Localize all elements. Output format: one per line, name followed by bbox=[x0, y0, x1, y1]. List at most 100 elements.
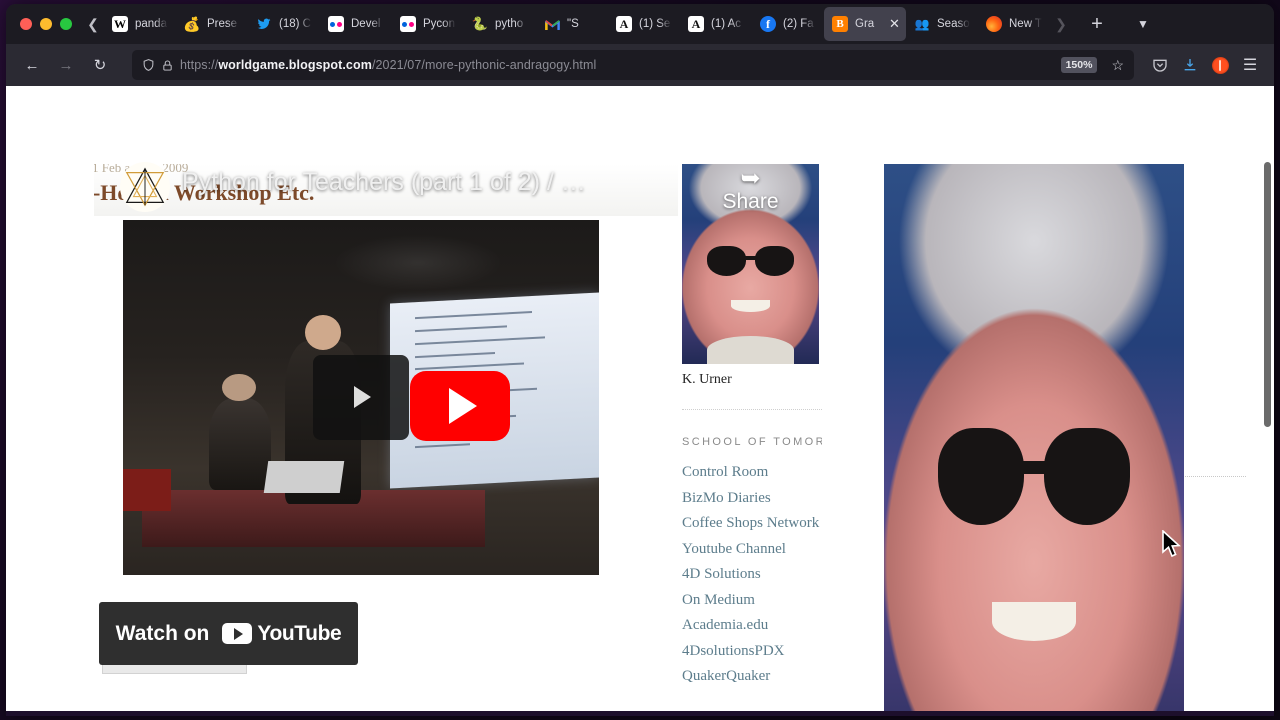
sidebar-link[interactable]: On Medium bbox=[682, 588, 822, 614]
browser-tab-active[interactable]: B Gra ✕ bbox=[824, 7, 906, 41]
browser-tab[interactable]: A (1) Ac bbox=[680, 7, 752, 41]
tab-title: (2) Fa bbox=[783, 18, 814, 30]
watch-on-youtube-button[interactable]: Watch on YouTube bbox=[99, 602, 358, 665]
scroll-tabs-left-button[interactable]: ❮ bbox=[82, 9, 104, 39]
lock-icon[interactable] bbox=[162, 59, 173, 72]
tab-list: W panda 💰 Prese (18) C Devel Pycon 🐍 pyt… bbox=[104, 7, 1050, 41]
page-scrollbar-thumb[interactable] bbox=[1264, 162, 1271, 427]
tab-title: Devel bbox=[351, 18, 381, 30]
tab-title: Prese bbox=[207, 18, 238, 30]
wikipedia-icon: W bbox=[112, 16, 128, 32]
tab-title: Pycon bbox=[423, 18, 455, 30]
gmail-icon bbox=[544, 16, 560, 32]
url-text: https://worldgame.blogspot.com/2021/07/m… bbox=[180, 58, 597, 72]
page-scrollbar-track[interactable] bbox=[1261, 86, 1274, 716]
divider bbox=[682, 409, 822, 410]
sidebar-column: K. Urner SCHOOL OF TOMORROW Control Room… bbox=[884, 164, 1246, 716]
youtube-logo-icon: YouTube bbox=[222, 621, 342, 646]
tab-strip: ❮ W panda 💰 Prese (18) C Devel Pycon 🐍 p… bbox=[6, 4, 1274, 44]
browser-window: ❮ W panda 💰 Prese (18) C Devel Pycon 🐍 p… bbox=[6, 4, 1274, 716]
window-bottom-edge bbox=[6, 711, 1274, 716]
new-tab-button[interactable]: + bbox=[1080, 9, 1114, 39]
flickr-icon bbox=[328, 16, 344, 32]
mouse-cursor bbox=[1161, 529, 1183, 565]
flickr-icon bbox=[400, 16, 416, 32]
share-label: Share bbox=[722, 190, 779, 213]
browser-tab[interactable]: "S bbox=[536, 7, 608, 41]
facebook-icon: f bbox=[760, 16, 776, 32]
sidebar-link[interactable]: 4DsolutionsPDX bbox=[682, 639, 822, 665]
star-icon[interactable]: ☆ bbox=[1107, 57, 1128, 74]
shield-icon[interactable] bbox=[142, 58, 155, 72]
twitter-icon bbox=[256, 16, 272, 32]
scroll-tabs-right-button[interactable]: ❯ bbox=[1050, 9, 1072, 39]
hamburger-menu-icon[interactable]: ☰ bbox=[1236, 51, 1264, 79]
play-button-icon[interactable] bbox=[313, 354, 409, 441]
arrow-left-icon[interactable]: ← bbox=[16, 50, 48, 80]
account-avatar-icon[interactable] bbox=[1206, 51, 1234, 79]
browser-tab[interactable]: (18) C bbox=[248, 7, 320, 41]
browser-tab[interactable]: Devel bbox=[320, 7, 392, 41]
academia-icon: A bbox=[616, 16, 632, 32]
address-bar[interactable]: https://worldgame.blogspot.com/2021/07/m… bbox=[132, 50, 1134, 80]
download-icon[interactable] bbox=[1176, 51, 1204, 79]
reload-icon[interactable]: ↻ bbox=[84, 50, 116, 80]
close-tab-button[interactable]: ✕ bbox=[887, 16, 902, 31]
chevron-down-icon[interactable]: ▼ bbox=[1128, 9, 1158, 39]
zoom-level-indicator[interactable]: 150% bbox=[1060, 57, 1098, 73]
tab-title: pytho bbox=[495, 18, 524, 30]
browser-tab[interactable]: Pycon bbox=[392, 7, 464, 41]
sidebar-link[interactable]: Academia.edu bbox=[682, 613, 822, 639]
chair bbox=[123, 468, 171, 512]
sidebar-link[interactable]: Coffee Shops Network bbox=[682, 511, 822, 537]
minimize-window-button[interactable] bbox=[40, 18, 52, 30]
academia-icon: A bbox=[688, 16, 704, 32]
tab-title: Seaso bbox=[937, 18, 970, 30]
browser-tab[interactable]: f (2) Fa bbox=[752, 7, 824, 41]
laptop bbox=[263, 461, 345, 494]
navigation-toolbar: ← → ↻ https://worldgame.blogspot.com/202… bbox=[6, 44, 1274, 86]
zoom-window-button[interactable] bbox=[60, 18, 72, 30]
youtube-play-button[interactable] bbox=[410, 371, 510, 441]
arrow-right-icon[interactable]: → bbox=[50, 50, 82, 80]
sidebar-link[interactable]: QuakerQuaker bbox=[682, 664, 822, 682]
blogger-icon: B bbox=[832, 16, 848, 32]
author-portrait-icon bbox=[884, 164, 1184, 716]
page-viewport: 1 Feb a a y t, 2009 r-Holden Workshop Et… bbox=[6, 86, 1274, 716]
browser-tab[interactable]: 🐍 pytho bbox=[464, 7, 536, 41]
sidebar-link[interactable]: 4D Solutions bbox=[682, 562, 822, 588]
screen: ❮ W panda 💰 Prese (18) C Devel Pycon 🐍 p… bbox=[0, 0, 1280, 720]
sidebar-link[interactable]: Youtube Channel bbox=[682, 537, 822, 563]
share-overlay[interactable]: ➥ Share bbox=[682, 164, 819, 234]
browser-tab[interactable]: New T bbox=[978, 7, 1050, 41]
blog-page: 1 Feb a a y t, 2009 r-Holden Workshop Et… bbox=[6, 86, 1274, 716]
sidebar-link[interactable]: Control Room bbox=[682, 460, 822, 486]
author-name: K. Urner bbox=[682, 372, 732, 387]
youtube-wordmark: YouTube bbox=[257, 621, 342, 645]
close-window-button[interactable] bbox=[20, 18, 32, 30]
tab-title: (1) Se bbox=[639, 18, 671, 30]
youtube-video-player[interactable] bbox=[123, 220, 599, 575]
python-icon: 🐍 bbox=[472, 16, 488, 31]
watch-label: Watch on bbox=[115, 621, 210, 645]
tetrahedron-logo-icon[interactable] bbox=[120, 162, 170, 212]
tab-title: (18) C bbox=[279, 18, 311, 30]
moneybag-icon: 💰 bbox=[184, 16, 200, 32]
firefox-icon bbox=[986, 16, 1002, 32]
browser-tab[interactable]: 💰 Prese bbox=[176, 7, 248, 41]
browser-tab[interactable]: 👥 Seaso bbox=[906, 7, 978, 41]
clipped-sidebar-column: ➥ Share K. Urner SCHOOL OF TOMORROW Cont… bbox=[682, 164, 822, 682]
pocket-icon[interactable] bbox=[1146, 51, 1174, 79]
tab-title: (1) Ac bbox=[711, 18, 742, 30]
window-controls bbox=[10, 18, 82, 30]
groups-icon: 👥 bbox=[914, 17, 930, 31]
section-heading: SCHOOL OF TOMORROW bbox=[682, 436, 822, 448]
sidebar-link[interactable]: BizMo Diaries bbox=[682, 486, 822, 512]
browser-tab[interactable]: W panda bbox=[104, 7, 176, 41]
tab-title: New T bbox=[1009, 18, 1042, 30]
page-title: Python for Teachers (part 1 of 2) / … bbox=[182, 168, 586, 196]
tab-title: "S bbox=[567, 18, 579, 30]
tab-title: panda bbox=[135, 18, 167, 30]
audience-member bbox=[208, 373, 271, 490]
browser-tab[interactable]: A (1) Se bbox=[608, 7, 680, 41]
